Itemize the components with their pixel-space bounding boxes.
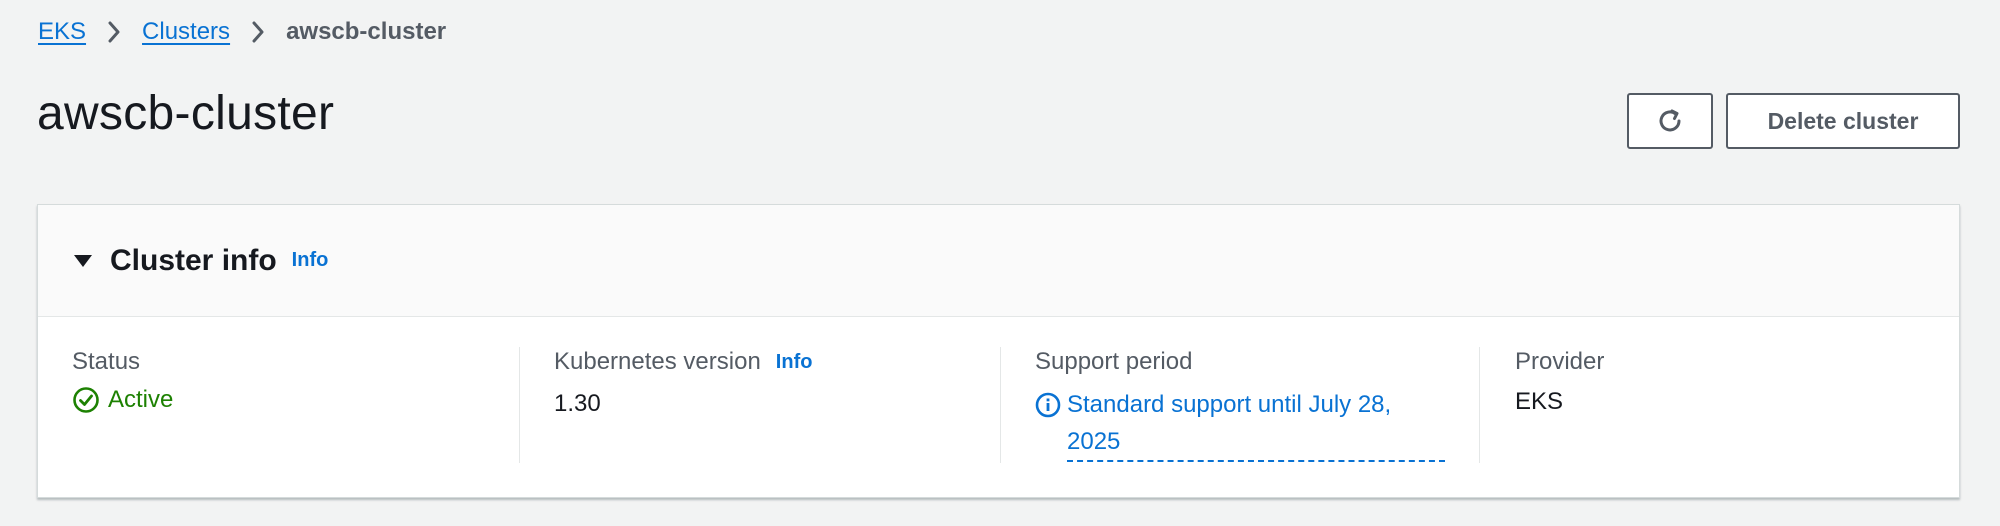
- column-divider: [519, 347, 520, 463]
- column-divider: [1479, 347, 1480, 463]
- panel-header[interactable]: Cluster info Info: [38, 205, 1959, 317]
- status-value: Active: [72, 386, 502, 414]
- status-text: Active: [108, 386, 174, 413]
- kubernetes-version-column: Kubernetes version Info 1.30: [554, 346, 994, 464]
- kubernetes-version-info-link[interactable]: Info: [776, 351, 813, 374]
- breadcrumb: EKS Clusters awscb-cluster: [38, 14, 446, 50]
- cluster-info-info-link[interactable]: Info: [292, 249, 329, 272]
- kubernetes-version-label-row: Kubernetes version Info: [554, 346, 994, 378]
- panel-title: Cluster info: [110, 243, 277, 277]
- cluster-info-panel: Cluster info Info Status Active Kubernet…: [37, 204, 1960, 498]
- info-circle-icon: [1035, 386, 1067, 418]
- support-period-link[interactable]: Standard support until July 28, 2025: [1035, 386, 1445, 462]
- kubernetes-version-value: 1.30: [554, 390, 601, 417]
- cluster-info-columns: Status Active Kubernetes version Info 1.…: [38, 317, 1959, 499]
- breadcrumb-clusters-link[interactable]: Clusters: [142, 18, 230, 46]
- kubernetes-version-label: Kubernetes version: [554, 348, 761, 375]
- delete-cluster-button[interactable]: Delete cluster: [1726, 93, 1960, 149]
- provider-value: EKS: [1515, 388, 1564, 415]
- breadcrumb-current: awscb-cluster: [286, 18, 447, 45]
- refresh-button[interactable]: [1627, 93, 1713, 149]
- status-label: Status: [72, 348, 141, 375]
- page-title: awscb-cluster: [37, 87, 335, 140]
- provider-column: Provider EKS: [1515, 346, 1935, 464]
- check-circle-icon: [72, 386, 108, 414]
- support-period-label: Support period: [1035, 348, 1193, 375]
- provider-label: Provider: [1515, 348, 1605, 375]
- chevron-right-icon: [230, 21, 286, 43]
- status-column: Status Active: [72, 346, 502, 464]
- refresh-icon: [1655, 106, 1685, 136]
- support-period-text[interactable]: Standard support until July 28, 2025: [1067, 386, 1445, 462]
- chevron-right-icon: [86, 21, 142, 43]
- support-period-column: Support period Standard support until Ju…: [1035, 346, 1475, 464]
- caret-down-icon[interactable]: [72, 250, 94, 272]
- breadcrumb-eks-link[interactable]: EKS: [38, 18, 86, 46]
- column-divider: [1000, 347, 1001, 463]
